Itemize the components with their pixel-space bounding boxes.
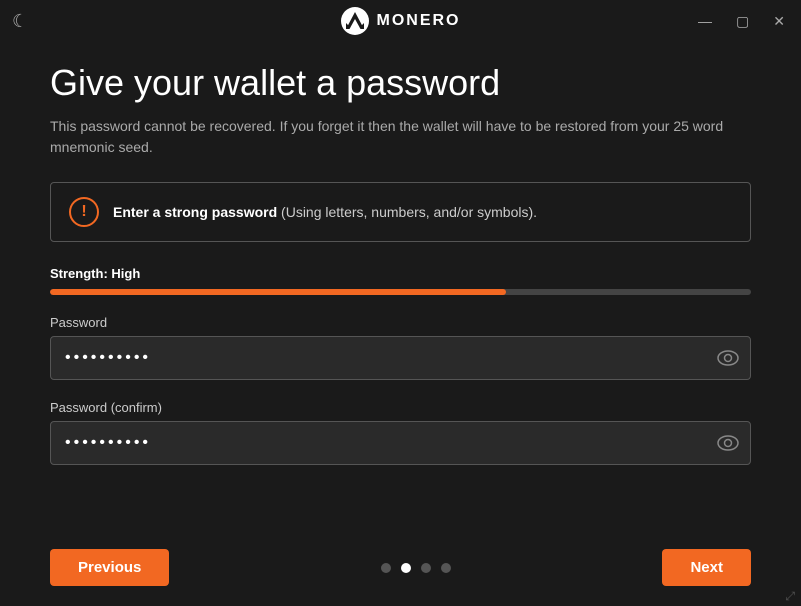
- title-bar-left: ☾: [12, 11, 28, 32]
- strength-value: High: [111, 266, 140, 281]
- pagination-dot-2: [401, 563, 411, 573]
- pagination-dot-1: [381, 563, 391, 573]
- maximize-button[interactable]: ▢: [732, 11, 753, 32]
- password-confirm-visibility-toggle[interactable]: [717, 435, 739, 451]
- title-bar-center: MONERO: [341, 7, 461, 35]
- title-bar-right: — ▢ ✕: [694, 11, 789, 32]
- warning-icon: !: [69, 197, 99, 227]
- strength-bar: [50, 289, 751, 295]
- password-label: Password: [50, 315, 751, 330]
- page-title: Give your wallet a password: [50, 62, 751, 104]
- minimize-button[interactable]: —: [694, 11, 716, 31]
- warning-text: Enter a strong password (Using letters, …: [113, 204, 537, 220]
- main-content: Give your wallet a password This passwor…: [0, 42, 801, 505]
- pagination-dot-4: [441, 563, 451, 573]
- moon-icon[interactable]: ☾: [12, 11, 28, 32]
- password-input[interactable]: [50, 336, 751, 380]
- footer: Previous Next: [0, 549, 801, 586]
- pagination-dots: [381, 563, 451, 573]
- resize-handle[interactable]: ⤢: [785, 590, 795, 602]
- password-visibility-toggle[interactable]: [717, 350, 739, 366]
- title-bar: ☾ MONERO — ▢ ✕: [0, 0, 801, 42]
- password-confirm-input[interactable]: [50, 421, 751, 465]
- close-button[interactable]: ✕: [769, 11, 789, 32]
- password-confirm-label: Password (confirm): [50, 400, 751, 415]
- app-title: MONERO: [377, 12, 461, 30]
- password-confirm-field-container: [50, 421, 751, 465]
- page-subtitle: This password cannot be recovered. If yo…: [50, 116, 751, 158]
- warning-text-rest: (Using letters, numbers, and/or symbols)…: [277, 204, 537, 220]
- strength-bar-fill: [50, 289, 506, 295]
- strength-label: Strength: High: [50, 266, 751, 281]
- warning-text-strong: Enter a strong password: [113, 204, 277, 220]
- pagination-dot-3: [421, 563, 431, 573]
- monero-logo-icon: [341, 7, 369, 35]
- warning-box: ! Enter a strong password (Using letters…: [50, 182, 751, 242]
- password-field-container: [50, 336, 751, 380]
- next-button[interactable]: Next: [662, 549, 751, 586]
- previous-button[interactable]: Previous: [50, 549, 169, 586]
